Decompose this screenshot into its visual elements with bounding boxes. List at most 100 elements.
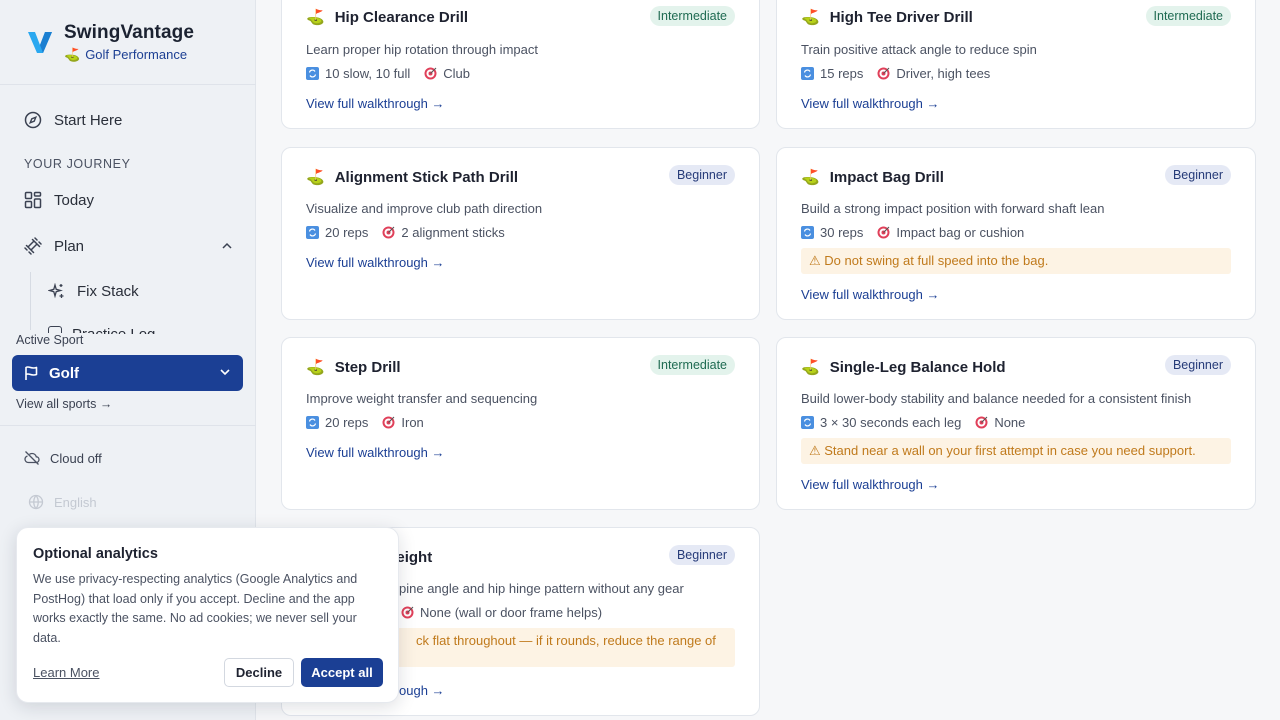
target-icon bbox=[424, 67, 437, 80]
logo-icon bbox=[28, 32, 52, 53]
drill-card: ⛳ Single-Leg Balance Hold Beginner Build … bbox=[776, 337, 1256, 510]
reps: 15 reps bbox=[820, 66, 864, 81]
nav-label: Fix Stack bbox=[77, 283, 139, 300]
sub-nav-line bbox=[30, 272, 31, 330]
drill-meta: 10 slow, 10 full Club bbox=[306, 66, 470, 81]
drill-meta: 3 × 30 seconds each leg None bbox=[801, 415, 1025, 430]
walkthrough-link[interactable]: ough → bbox=[399, 683, 445, 698]
level-badge: Intermediate bbox=[649, 6, 735, 26]
reps: 20 reps bbox=[325, 225, 369, 240]
learn-more-link[interactable]: Learn More bbox=[33, 665, 99, 680]
level-badge: Intermediate bbox=[1145, 6, 1231, 26]
active-sport-label: Active Sport bbox=[16, 333, 90, 347]
level-badge: Beginner bbox=[1164, 355, 1231, 375]
nav-fix-stack[interactable]: Fix Stack bbox=[48, 283, 139, 300]
nav-start-here[interactable]: Start Here bbox=[24, 111, 122, 129]
reps: 30 reps bbox=[820, 225, 864, 240]
walkthrough-link[interactable]: View full walkthrough → bbox=[306, 255, 445, 270]
compass-icon bbox=[24, 111, 42, 129]
level-badge: Beginner bbox=[668, 545, 735, 565]
drill-card: ⛳ Impact Bag Drill Beginner Build a stron… bbox=[776, 147, 1256, 320]
target-icon bbox=[877, 226, 890, 239]
drill-description: Build a strong impact position with forw… bbox=[801, 201, 1105, 216]
decline-button[interactable]: Decline bbox=[224, 658, 294, 687]
target-icon bbox=[382, 226, 395, 239]
equipment: None (wall or door frame helps) bbox=[420, 605, 603, 620]
drill-description: Learn proper hip rotation through impact bbox=[306, 42, 538, 57]
globe-icon bbox=[28, 494, 44, 510]
divider bbox=[0, 425, 256, 426]
language-label: English bbox=[54, 494, 97, 510]
target-icon bbox=[401, 606, 414, 619]
brand-name: SwingVantage bbox=[64, 22, 195, 43]
drill-title: ⛳ Single-Leg Balance Hold bbox=[801, 358, 1006, 377]
reps: 10 slow, 10 full bbox=[325, 66, 411, 81]
drill-title: ⛳ Alignment Stick Path Drill bbox=[306, 168, 519, 187]
brand-subtitle: ⛳ Golf Performance bbox=[64, 47, 188, 62]
drill-title: ⛳ High Tee Driver Drill bbox=[801, 8, 973, 27]
repeat-icon bbox=[801, 416, 814, 429]
view-all-sports-link[interactable]: View all sports → bbox=[16, 397, 112, 411]
accept-all-button[interactable]: Accept all bbox=[301, 658, 383, 687]
chevron-up-icon[interactable] bbox=[221, 240, 233, 252]
golf-flag-icon: ⛳ bbox=[64, 47, 81, 62]
walkthrough-link[interactable]: View full walkthrough → bbox=[801, 477, 940, 492]
sport-selected: Golf bbox=[49, 364, 79, 382]
golf-flag-icon: ⛳ bbox=[306, 169, 325, 186]
brand[interactable]: SwingVantage ⛳ Golf Performance bbox=[26, 22, 194, 63]
walkthrough-link[interactable]: View full walkthrough → bbox=[801, 287, 940, 302]
nav-plan[interactable]: Plan bbox=[24, 237, 84, 255]
target-icon bbox=[975, 416, 988, 429]
drill-description: Improve weight transfer and sequencing bbox=[306, 391, 538, 406]
equipment: Impact bag or cushion bbox=[896, 225, 1025, 240]
golf-flag-icon: ⛳ bbox=[306, 359, 325, 376]
nav-today[interactable]: Today bbox=[24, 191, 94, 209]
safety-warning: ⚠ Stand near a wall on your first attemp… bbox=[801, 438, 1231, 464]
cloud-status[interactable]: Cloud off bbox=[24, 450, 102, 466]
repeat-icon bbox=[306, 226, 319, 239]
repeat-icon bbox=[306, 416, 319, 429]
drill-description: pine angle and hip hinge pattern without… bbox=[399, 581, 684, 596]
drill-description: Build lower-body stability and balance n… bbox=[801, 391, 1192, 406]
walkthrough-link[interactable]: View full walkthrough → bbox=[801, 96, 940, 111]
divider bbox=[0, 84, 256, 85]
language-selector[interactable]: English bbox=[28, 494, 97, 510]
repeat-icon bbox=[306, 67, 319, 80]
target-icon bbox=[877, 67, 890, 80]
drill-meta: 30 reps Impact bag or cushion bbox=[801, 225, 1024, 240]
cookie-title: Optional analytics bbox=[33, 546, 158, 562]
section-label-journey: YOUR JOURNEY bbox=[24, 157, 131, 171]
reps: 20 reps bbox=[325, 415, 369, 430]
sport-selector[interactable]: Golf bbox=[12, 355, 243, 391]
drill-card: ⛳ Alignment Stick Path Drill Beginner Vis… bbox=[281, 147, 760, 320]
sparkles-icon bbox=[48, 283, 65, 300]
drill-description: Visualize and improve club path directio… bbox=[306, 201, 543, 216]
drill-meta: 20 reps Iron bbox=[306, 415, 424, 430]
equipment: Club bbox=[443, 66, 471, 81]
drill-meta: 20 reps 2 alignment sticks bbox=[306, 225, 505, 240]
equipment: Iron bbox=[401, 415, 424, 430]
cloud-off-icon bbox=[24, 450, 40, 466]
drill-title: ⛳ Step Drill bbox=[306, 358, 401, 377]
golf-flag-icon: ⛳ bbox=[801, 9, 820, 26]
chevron-down-icon bbox=[220, 369, 230, 376]
walkthrough-link[interactable]: View full walkthrough → bbox=[306, 445, 445, 460]
drill-title: ⛳ Impact Bag Drill bbox=[801, 168, 944, 187]
drill-card: ⛳ Step Drill Intermediate Improve weight … bbox=[281, 337, 760, 510]
level-badge: Intermediate bbox=[649, 355, 735, 375]
target-icon bbox=[382, 416, 395, 429]
drill-description: Train positive attack angle to reduce sp… bbox=[801, 42, 1037, 57]
flag-icon bbox=[24, 365, 39, 381]
safety-warning: ⚠ Do not swing at full speed into the ba… bbox=[801, 248, 1231, 274]
golf-flag-icon: ⛳ bbox=[801, 359, 820, 376]
golf-flag-icon: ⛳ bbox=[801, 169, 820, 186]
repeat-icon bbox=[801, 67, 814, 80]
drill-meta: None (wall or door frame helps) bbox=[401, 605, 602, 620]
cookie-body: We use privacy-respecting analytics (Goo… bbox=[33, 572, 358, 645]
cloud-label: Cloud off bbox=[50, 450, 102, 466]
equipment: Driver, high tees bbox=[896, 66, 991, 81]
walkthrough-link[interactable]: View full walkthrough → bbox=[306, 96, 445, 111]
repeat-icon bbox=[801, 226, 814, 239]
drill-card: ⛳ Hip Clearance Drill Intermediate Learn … bbox=[281, 0, 760, 129]
equipment: None bbox=[994, 415, 1026, 430]
